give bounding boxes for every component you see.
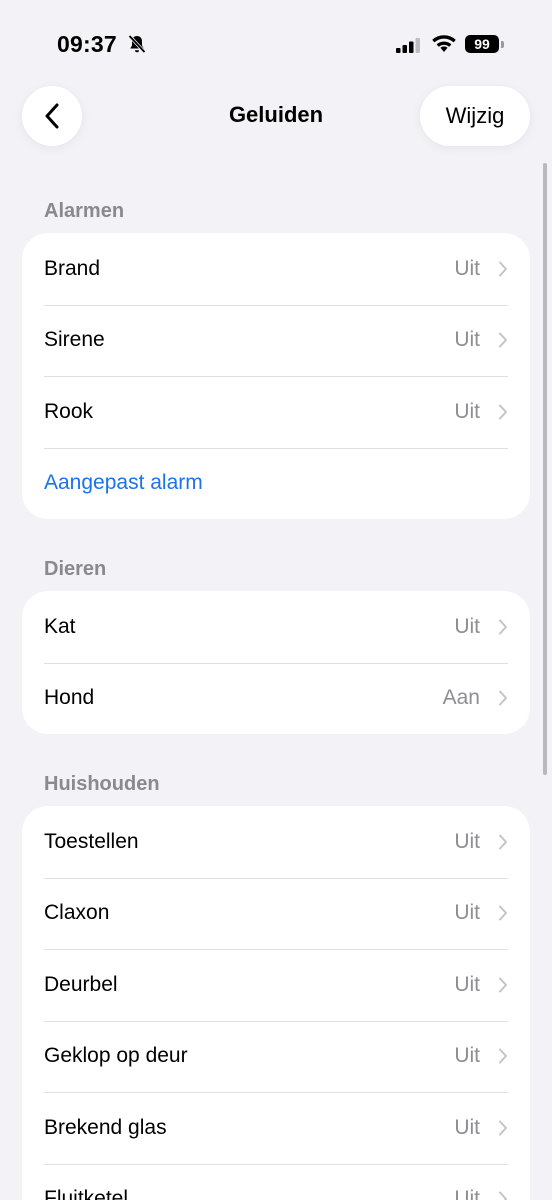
row-label: Hond — [44, 686, 95, 710]
row-value: Uit — [454, 972, 480, 996]
sound-row-sirene[interactable]: Sirene Uit — [22, 304, 530, 377]
chevron-right-icon — [499, 834, 507, 850]
sound-row-hond[interactable]: Hond Aan — [22, 662, 530, 735]
row-label: Geklop op deur — [44, 1044, 188, 1068]
row-value: Uit — [454, 614, 480, 638]
status-time: 09:37 — [57, 31, 117, 57]
status-bar: 09:37 99 — [0, 0, 552, 80]
chevron-right-icon — [499, 404, 507, 420]
section-header-alarmen: Alarmen — [44, 200, 125, 222]
row-value: Uit — [454, 901, 480, 925]
custom-alarm-label: Aangepast alarm — [44, 471, 203, 495]
bell-muted-icon — [128, 34, 146, 54]
settings-group-alarmen: Brand Uit Sirene Uit Rook Uit Aangepast … — [22, 233, 530, 519]
row-value: Uit — [454, 328, 480, 352]
custom-alarm-link[interactable]: Aangepast alarm — [22, 447, 530, 520]
row-value: Uit — [454, 829, 480, 853]
row-value: Aan — [442, 686, 480, 710]
battery-tip — [501, 41, 504, 48]
cellular-signal-icon — [396, 38, 420, 53]
row-label: Kat — [44, 614, 76, 638]
wifi-icon — [432, 35, 456, 52]
row-label: Toestellen — [44, 829, 139, 853]
chevron-right-icon — [499, 332, 507, 348]
chevron-right-icon — [499, 690, 507, 706]
sound-row-brekend-glas[interactable]: Brekend glas Uit — [22, 1092, 530, 1164]
chevron-right-icon — [499, 619, 507, 635]
row-value: Uit — [454, 399, 480, 423]
row-label: Deurbel — [44, 972, 118, 996]
battery-indicator: 99 — [465, 35, 499, 53]
chevron-right-icon — [499, 1120, 507, 1136]
row-label: Rook — [44, 399, 94, 423]
sound-row-toestellen[interactable]: Toestellen Uit — [22, 806, 530, 878]
row-value: Uit — [454, 1115, 480, 1139]
row-label: Claxon — [44, 901, 110, 925]
sound-row-fluitketel[interactable]: Fluitketel Uit — [22, 1163, 530, 1200]
sound-row-claxon[interactable]: Claxon Uit — [22, 877, 530, 950]
row-value: Uit — [454, 1044, 480, 1068]
settings-group-huishouden: Toestellen Uit Claxon Uit Deurbel Uit Ge… — [22, 806, 530, 1200]
sound-row-deurbel[interactable]: Deurbel Uit — [22, 949, 530, 1021]
row-label: Brand — [44, 256, 101, 280]
sound-row-rook[interactable]: Rook Uit — [22, 376, 530, 448]
chevron-right-icon — [499, 1048, 507, 1064]
chevron-right-icon — [499, 261, 507, 277]
scrollbar[interactable] — [543, 163, 547, 775]
chevron-right-icon — [499, 1191, 507, 1200]
row-value: Uit — [454, 256, 480, 280]
row-label: Sirene — [44, 328, 105, 352]
section-header-dieren: Dieren — [44, 558, 107, 580]
sound-row-geklop-op-deur[interactable]: Geklop op deur Uit — [22, 1020, 530, 1093]
chevron-right-icon — [499, 977, 507, 993]
settings-group-dieren: Kat Uit Hond Aan — [22, 591, 530, 734]
row-value: Uit — [454, 1187, 480, 1200]
sound-row-kat[interactable]: Kat Uit — [22, 591, 530, 663]
edit-button[interactable]: Wijzig — [420, 86, 530, 146]
chevron-right-icon — [499, 905, 507, 921]
section-header-huishouden: Huishouden — [44, 773, 160, 795]
row-label: Fluitketel — [44, 1187, 129, 1200]
row-label: Brekend glas — [44, 1115, 167, 1139]
sound-row-brand[interactable]: Brand Uit — [22, 233, 530, 305]
